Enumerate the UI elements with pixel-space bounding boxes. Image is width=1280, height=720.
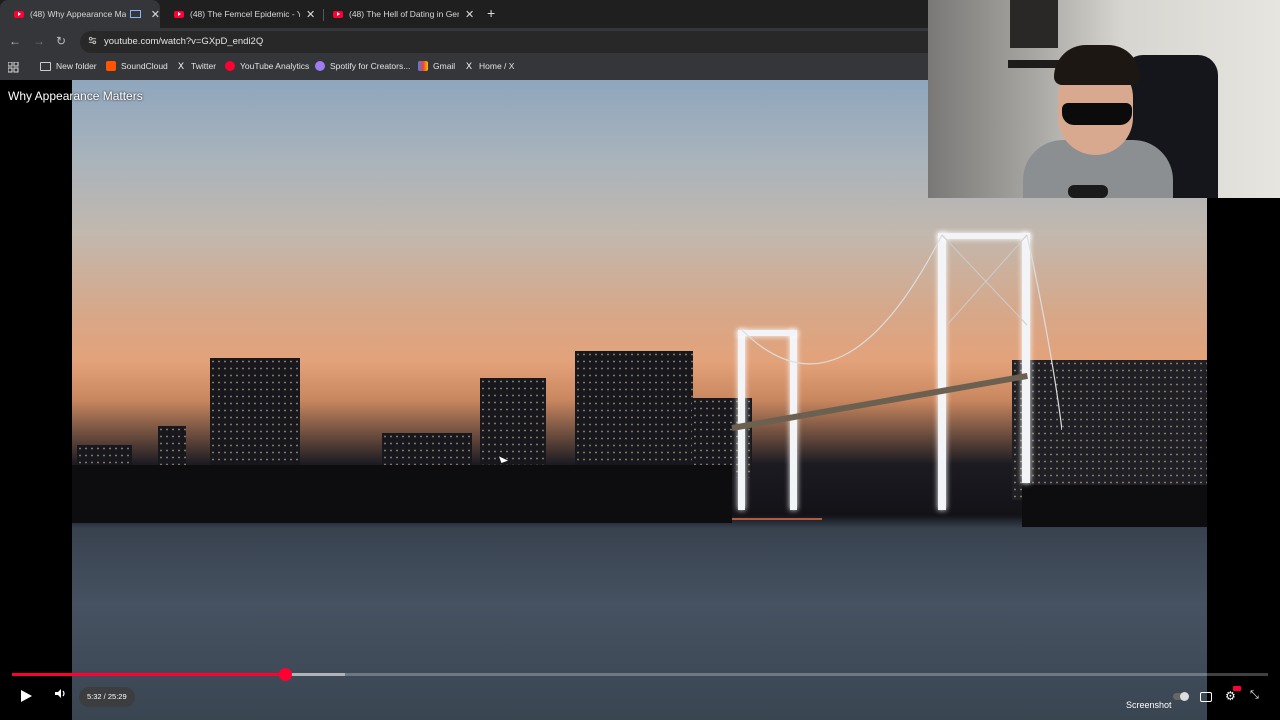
gmail-icon bbox=[418, 61, 428, 71]
microphone bbox=[1068, 185, 1108, 198]
tab-strip: (48) Why Appearance Matt ✕ (48) The Femc… bbox=[0, 0, 928, 28]
forward-icon[interactable]: → bbox=[33, 34, 45, 48]
back-icon[interactable]: ← bbox=[9, 34, 21, 48]
bookmark-twitter[interactable]: X Twitter bbox=[176, 61, 216, 71]
spotify-icon bbox=[315, 61, 325, 71]
bookmark-soundcloud[interactable]: SoundCloud bbox=[106, 61, 168, 71]
close-tab-icon[interactable]: ✕ bbox=[306, 8, 315, 21]
skyline-building bbox=[480, 378, 546, 478]
bookmark-youtube-analytics[interactable]: YouTube Analytics bbox=[225, 61, 309, 71]
screenshot-label[interactable]: Screenshot bbox=[1126, 700, 1172, 710]
bookmark-label: Twitter bbox=[191, 61, 217, 71]
volume-icon[interactable] bbox=[55, 688, 67, 699]
bookmark-spotify[interactable]: Spotify for Creators... bbox=[315, 61, 410, 71]
exit-fullscreen-icon[interactable]: ⤡ bbox=[1250, 689, 1259, 702]
sunglasses bbox=[1062, 103, 1132, 125]
tab-1[interactable]: (48) Why Appearance Matt ✕ bbox=[0, 0, 160, 28]
shoreline bbox=[1022, 485, 1207, 527]
x-logo-icon: X bbox=[465, 61, 472, 71]
tab-title: (48) Why Appearance Matt bbox=[30, 9, 126, 19]
hd-badge bbox=[1233, 686, 1241, 691]
cc-icon[interactable] bbox=[1200, 692, 1212, 702]
bookmark-new-folder[interactable]: New folder bbox=[40, 61, 97, 71]
site-info-icon[interactable] bbox=[88, 36, 97, 45]
youtube-favicon-icon bbox=[174, 10, 184, 18]
time-display: 5:32 / 25:29 bbox=[79, 687, 135, 707]
tab-2[interactable]: (48) The Femcel Epidemic - You ✕ bbox=[160, 0, 323, 28]
person-hair bbox=[1054, 45, 1140, 85]
youtube-favicon-icon bbox=[14, 10, 24, 18]
video-title: Why Appearance Matters bbox=[8, 89, 143, 103]
shoreline bbox=[72, 465, 732, 523]
x-logo-icon: X bbox=[177, 61, 184, 71]
url-text: youtube.com/watch?v=GXpD_endi2Q bbox=[104, 36, 264, 47]
autoplay-toggle[interactable] bbox=[1173, 692, 1189, 701]
scrubber-handle[interactable] bbox=[278, 668, 292, 681]
wall-poster bbox=[1010, 0, 1058, 48]
reload-icon[interactable]: ↻ bbox=[56, 34, 66, 48]
cast-icon bbox=[129, 10, 141, 18]
bookmark-home-x[interactable]: X Home / X bbox=[464, 61, 514, 71]
address-bar[interactable]: youtube.com/watch?v=GXpD_endi2Q bbox=[80, 31, 928, 53]
bookmark-gmail[interactable]: Gmail bbox=[418, 61, 455, 71]
youtube-favicon-icon bbox=[333, 10, 343, 18]
bridge-cables bbox=[741, 234, 1062, 431]
bookmark-label: Home / X bbox=[479, 61, 515, 71]
close-tab-icon[interactable]: ✕ bbox=[151, 8, 160, 21]
toolbar: ← → ↻ youtube.com/watch?v=GXpD_endi2Q bbox=[0, 28, 928, 56]
played-bar bbox=[12, 673, 285, 676]
water-reflection bbox=[732, 518, 822, 520]
webcam-overlay bbox=[928, 0, 1280, 198]
folder-icon bbox=[40, 61, 51, 71]
skyline-building bbox=[210, 358, 300, 473]
soundcloud-icon bbox=[106, 61, 116, 71]
bookmark-label: New folder bbox=[56, 61, 97, 71]
progress-bar[interactable] bbox=[12, 668, 1268, 681]
skyline-building bbox=[575, 351, 693, 476]
bookmark-label: Gmail bbox=[433, 61, 456, 71]
play-icon[interactable] bbox=[21, 690, 32, 702]
settings-icon[interactable]: ⚙ bbox=[1225, 689, 1236, 703]
youtube-analytics-icon bbox=[225, 61, 235, 71]
tab-title: (48) The Hell of Dating in Gen Z bbox=[349, 9, 459, 19]
tab-3[interactable]: (48) The Hell of Dating in Gen Z ✕ bbox=[319, 0, 479, 28]
bookmark-label: YouTube Analytics bbox=[240, 61, 310, 71]
close-tab-icon[interactable]: ✕ bbox=[465, 8, 474, 21]
new-tab-icon[interactable]: + bbox=[487, 5, 495, 21]
bookmark-label: Spotify for Creators... bbox=[330, 61, 411, 71]
tab-title: (48) The Femcel Epidemic - You bbox=[190, 9, 300, 19]
apps-icon[interactable] bbox=[8, 62, 19, 73]
bookmarks-bar: New folder SoundCloud X Twitter YouTube … bbox=[0, 56, 928, 80]
bookmark-label: SoundCloud bbox=[121, 61, 168, 71]
